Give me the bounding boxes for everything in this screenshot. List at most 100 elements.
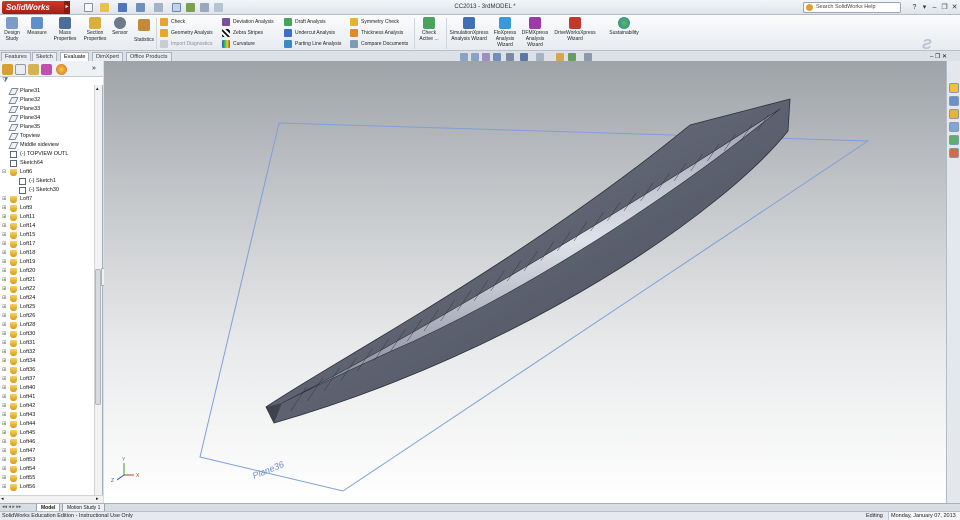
tree-item[interactable]: ⊞ Loft15 xyxy=(0,231,94,240)
view-settings-icon[interactable] xyxy=(584,53,592,61)
tree-item[interactable]: Plane35 xyxy=(0,123,94,132)
filter-icon[interactable]: ⧩ xyxy=(2,77,8,85)
dimxpert-manager-icon[interactable] xyxy=(41,64,52,75)
expand-icon[interactable]: ⊞ xyxy=(2,348,7,357)
tree-item[interactable]: ⊞ Loft7 xyxy=(0,195,94,204)
tree-item[interactable]: ⊞ Loft46 xyxy=(0,438,94,447)
search-icon[interactable] xyxy=(806,4,813,11)
expand-icon[interactable]: ⊞ xyxy=(2,249,7,258)
close-icon[interactable]: ✕ xyxy=(950,2,959,13)
tree-item[interactable]: ⊞ Loft32 xyxy=(0,348,94,357)
tab-dimxpert[interactable]: DimXpert xyxy=(92,52,123,61)
zoom-to-area-icon[interactable] xyxy=(471,53,479,61)
tree-item[interactable]: ⊞ Loft26 xyxy=(0,312,94,321)
print-icon[interactable] xyxy=(136,3,145,12)
property-manager-icon[interactable] xyxy=(15,64,26,75)
graphics-area[interactable]: Plane36 X Y Z xyxy=(104,61,946,503)
expand-icon[interactable]: ⊞ xyxy=(2,411,7,420)
undo-icon[interactable] xyxy=(154,3,163,12)
tree-item[interactable]: ⊞ Loft45 xyxy=(0,429,94,438)
tree-item[interactable]: ⊟ Loft6 xyxy=(0,168,94,177)
tree-item[interactable]: ⊞ Loft14 xyxy=(0,222,94,231)
expand-icon[interactable]: ⊞ xyxy=(2,222,7,231)
search-input[interactable]: Search SolidWorks Help xyxy=(803,2,901,13)
expand-icon[interactable]: ⊞ xyxy=(2,213,7,222)
tab-features[interactable]: Features xyxy=(1,52,31,61)
panel-expand-icon[interactable]: » xyxy=(92,65,96,72)
solidworks-resources-icon[interactable] xyxy=(949,83,959,93)
tree-item[interactable]: ⊞ Loft25 xyxy=(0,303,94,312)
scroll-right-icon[interactable]: ▸ xyxy=(96,496,99,502)
expand-icon[interactable]: ⊞ xyxy=(2,384,7,393)
hide-show-items-icon[interactable] xyxy=(536,53,544,61)
rebuild-icon[interactable] xyxy=(186,3,195,12)
expand-icon[interactable]: ⊞ xyxy=(2,330,7,339)
open-folder-icon[interactable] xyxy=(100,3,109,12)
thickness-analysis-button[interactable]: Thickness Analysis xyxy=(350,28,403,38)
expand-icon[interactable]: ⊞ xyxy=(2,483,7,492)
display-style-icon[interactable] xyxy=(520,53,528,61)
help-icon[interactable]: ? xyxy=(910,2,919,13)
help-dropdown-icon[interactable]: ▾ xyxy=(920,2,929,13)
tree-item[interactable]: ⊞ Loft20 xyxy=(0,267,94,276)
expand-icon[interactable]: ⊞ xyxy=(2,357,7,366)
expand-icon[interactable]: ⊞ xyxy=(2,465,7,474)
tree-item[interactable]: Plane34 xyxy=(0,114,94,123)
viewport-restore-icon[interactable]: – ❐ ✕ xyxy=(930,53,947,60)
view-palette-icon[interactable] xyxy=(949,122,959,132)
tree-filter[interactable]: ⧩ xyxy=(0,77,103,85)
expand-icon[interactable]: ⊞ xyxy=(2,294,7,303)
sensor-button[interactable]: Sensor xyxy=(110,17,130,51)
tree-item[interactable]: ⊞ Loft40 xyxy=(0,384,94,393)
statistics-button[interactable]: Statistics xyxy=(132,17,156,51)
edit-appearance-icon[interactable] xyxy=(556,53,564,61)
expand-icon[interactable]: ⊞ xyxy=(2,447,7,456)
zebra-stripes-button[interactable]: Zebra Stripes xyxy=(222,28,263,38)
expand-icon[interactable]: ⊞ xyxy=(2,429,7,438)
expand-icon[interactable]: ⊞ xyxy=(2,195,7,204)
tree-item[interactable]: Plane31 xyxy=(0,87,94,96)
configuration-manager-icon[interactable] xyxy=(28,64,39,75)
tree-item[interactable]: ⊞ Loft21 xyxy=(0,276,94,285)
tree-item[interactable]: ⊞ Loft17 xyxy=(0,240,94,249)
tree-item[interactable]: Topview xyxy=(0,132,94,141)
floxpress-button[interactable]: FloXpress Analysis Wizard xyxy=(492,17,518,51)
tree-item[interactable]: ⊞ Loft30 xyxy=(0,330,94,339)
tree-item[interactable]: Sketch64 xyxy=(0,159,94,168)
new-document-icon[interactable] xyxy=(84,3,93,12)
options-icon[interactable] xyxy=(214,3,223,12)
tree-item[interactable]: (-) Sketch1 xyxy=(0,177,94,186)
expand-icon[interactable]: ⊞ xyxy=(2,420,7,429)
tree-item[interactable]: ⊞ Loft47 xyxy=(0,447,94,456)
expand-icon[interactable]: ⊞ xyxy=(2,366,7,375)
import-diagnostics-button[interactable]: Import Diagnostics xyxy=(160,39,212,49)
tree-item[interactable]: ⊞ Loft34 xyxy=(0,357,94,366)
solidworks-logo[interactable]: SolidWorks xyxy=(2,1,66,14)
section-view-icon[interactable] xyxy=(493,53,501,61)
collapse-icon[interactable]: ⊟ xyxy=(2,168,7,177)
tree-item[interactable]: ⊞ Loft42 xyxy=(0,402,94,411)
tab-office-products[interactable]: Office Products xyxy=(126,52,172,61)
file-properties-icon[interactable] xyxy=(200,3,209,12)
expand-icon[interactable]: ⊞ xyxy=(2,402,7,411)
tab-sketch[interactable]: Sketch xyxy=(32,52,57,61)
mass-properties-button[interactable]: Mass Properties xyxy=(52,17,78,51)
compare-documents-button[interactable]: Compare Documents xyxy=(350,39,408,49)
tree-item[interactable]: Middle sideview xyxy=(0,141,94,150)
tree-item[interactable]: ⊞ Loft41 xyxy=(0,393,94,402)
expand-icon[interactable]: ⊞ xyxy=(2,204,7,213)
undercut-analysis-button[interactable]: Undercut Analysis xyxy=(284,28,335,38)
design-library-icon[interactable] xyxy=(949,96,959,106)
section-properties-button[interactable]: Section Properties xyxy=(82,17,108,51)
tree-item[interactable]: ⊞ Loft11 xyxy=(0,213,94,222)
tree-item[interactable]: Plane32 xyxy=(0,96,94,105)
tree-item[interactable]: Plane33 xyxy=(0,105,94,114)
scroll-left-icon[interactable]: ◂ xyxy=(1,496,4,502)
expand-icon[interactable]: ⊞ xyxy=(2,474,7,483)
tree-item[interactable]: ⊞ Loft19 xyxy=(0,258,94,267)
previous-view-icon[interactable] xyxy=(482,53,490,61)
tab-scroll-icons[interactable]: ◂◂ ◂ ▸ ▸▸ xyxy=(2,504,21,510)
appearances-icon[interactable] xyxy=(949,135,959,145)
file-explorer-icon[interactable] xyxy=(949,109,959,119)
tree-item[interactable]: ⊞ Loft53 xyxy=(0,456,94,465)
